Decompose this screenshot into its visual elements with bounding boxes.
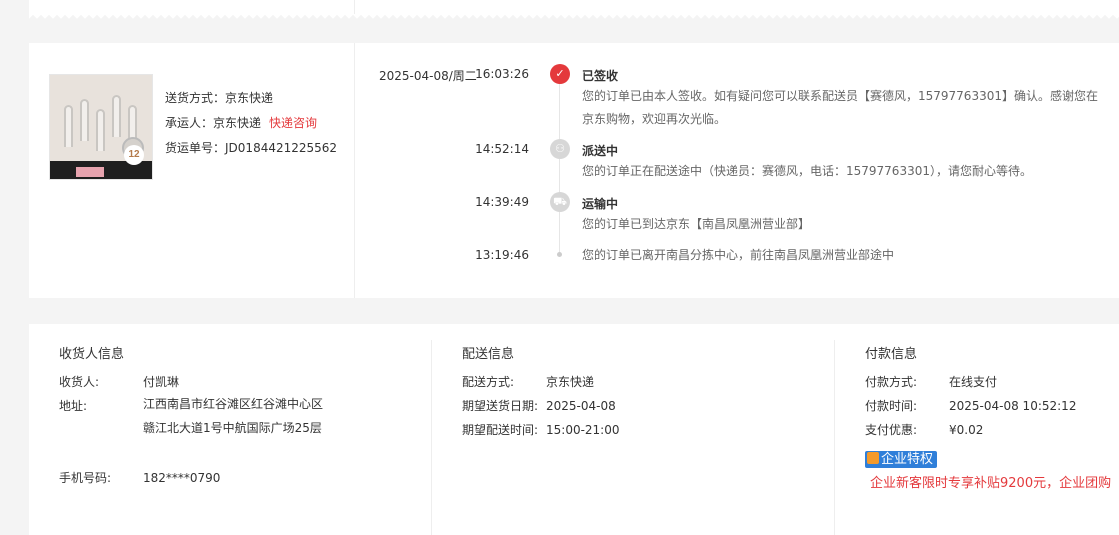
tracking-number-row: 货运单号：JD0184421225562 bbox=[165, 136, 337, 161]
delivery-date-value: 2025-04-08 bbox=[546, 399, 616, 413]
receiver-title: 收货人信息 bbox=[59, 347, 125, 362]
payment-method-value: 在线支付 bbox=[949, 375, 998, 389]
dot-icon bbox=[557, 252, 562, 257]
payment-discount-value: ¥0.02 bbox=[949, 423, 984, 437]
payment-time-value: 2025-04-08 10:52:12 bbox=[949, 399, 1077, 413]
thumb-hook-shape bbox=[112, 95, 121, 137]
receiver-section: 收货人信息 收货人: 付凯琳 地址: 江西南昌市红谷滩区红谷滩中心区赣江北大道1号… bbox=[59, 324, 431, 535]
card-torn-edge bbox=[29, 14, 1119, 20]
payment-discount-row: 支付优惠: ¥0.02 bbox=[865, 421, 983, 438]
timeline-time: 16:03:26 bbox=[475, 67, 529, 81]
payment-method-row: 付款方式: 在线支付 bbox=[865, 373, 997, 390]
timeline-time: 14:52:14 bbox=[475, 142, 529, 156]
carrier-row: 承运人：京东快递 快递咨询 bbox=[165, 111, 337, 136]
receiver-address-label: 地址: bbox=[59, 399, 88, 413]
delivery-time-label: 期望配送时间: bbox=[462, 423, 539, 437]
check-icon: ✓ bbox=[550, 64, 570, 84]
thumb-count-badge: 12 bbox=[124, 145, 144, 165]
delivery-person-icon: ⚇ bbox=[550, 139, 570, 159]
timeline-description: 您的订单正在配送途中（快递员：赛德风，电话：15797763301），请您耐心等… bbox=[582, 164, 1032, 178]
thumb-banner-accent bbox=[76, 167, 104, 177]
payment-time-label: 付款时间: bbox=[865, 399, 918, 413]
timeline-status: 派送中 bbox=[582, 144, 619, 158]
receiver-address-value: 江西南昌市红谷滩区红谷滩中心区赣江北大道1号中航国际广场25层 bbox=[143, 397, 324, 435]
carrier-value: 京东快递 bbox=[213, 116, 262, 130]
payment-title: 付款信息 bbox=[865, 347, 918, 362]
thumb-hook-shape bbox=[64, 105, 73, 147]
payment-section: 付款信息 付款方式: 在线支付 付款时间: 2025-04-08 10:52:12 … bbox=[834, 324, 1119, 535]
tracking-card: 12 送货方式：京东快递 承运人：京东快递 快递咨询 货运单号：JD0184421… bbox=[29, 43, 1119, 298]
payment-method-label: 付款方式: bbox=[865, 375, 918, 389]
previous-card-fragment bbox=[29, 0, 1119, 14]
tracking-number-value: JD0184421225562 bbox=[225, 141, 338, 155]
thumb-hook-shape bbox=[80, 99, 89, 141]
delivery-date-row: 期望送货日期: 2025-04-08 bbox=[462, 397, 616, 414]
delivery-time-row: 期望配送时间: 15:00-21:00 bbox=[462, 421, 620, 438]
info-column-divider bbox=[431, 340, 432, 535]
delivery-title: 配送信息 bbox=[462, 347, 515, 362]
product-thumbnail[interactable]: 12 bbox=[49, 74, 153, 180]
receiver-name-row: 收货人: 付凯琳 bbox=[59, 373, 179, 390]
shipping-info: 送货方式：京东快递 承运人：京东快递 快递咨询 货运单号：JD0184421225… bbox=[165, 86, 337, 161]
enterprise-privilege-badge[interactable]: 企业特权 bbox=[865, 451, 938, 468]
delivery-date-label: 期望送货日期: bbox=[462, 399, 539, 413]
info-column-divider bbox=[834, 340, 835, 535]
timeline-description: 您的订单已由本人签收。如有疑问您可以联系配送员【赛德风，15797763301】… bbox=[582, 89, 1098, 126]
tracking-number-label: 货运单号： bbox=[165, 141, 226, 155]
timeline-description: 您的订单已到达京东【南昌凤凰洲营业部】 bbox=[582, 217, 811, 231]
payment-time-row: 付款时间: 2025-04-08 10:52:12 bbox=[865, 397, 1076, 414]
shipping-method-value: 京东快递 bbox=[225, 91, 274, 105]
delivery-method-label: 配送方式: bbox=[462, 375, 515, 389]
timeline-status: 运输中 bbox=[582, 197, 619, 211]
timeline-time: 14:39:49 bbox=[475, 195, 529, 209]
timeline-status: 已签收 bbox=[582, 69, 619, 83]
courier-inquiry-link[interactable]: 快递咨询 bbox=[269, 116, 317, 130]
delivery-time-value: 15:00-21:00 bbox=[546, 423, 620, 437]
shipping-method-label: 送货方式： bbox=[165, 91, 226, 105]
timeline-description: 您的订单已离开南昌分拣中心，前往南昌凤凰洲营业部途中 bbox=[582, 248, 895, 262]
carrier-label: 承运人： bbox=[165, 116, 214, 130]
receiver-name-value: 付凯琳 bbox=[143, 375, 180, 389]
tracking-card-divider bbox=[354, 43, 355, 298]
delivery-method-value: 京东快递 bbox=[546, 375, 595, 389]
payment-discount-label: 支付优惠: bbox=[865, 423, 918, 437]
delivery-section: 配送信息 配送方式: 京东快递 期望送货日期: 2025-04-08 期望配送时间:… bbox=[431, 324, 834, 535]
enterprise-privilege-label: 企业特权 bbox=[881, 452, 934, 467]
order-info-card: 收货人信息 收货人: 付凯琳 地址: 江西南昌市红谷滩区红谷滩中心区赣江北大道1号… bbox=[29, 324, 1119, 535]
truck-icon: ⛟ bbox=[550, 192, 570, 212]
receiver-phone-row: 手机号码: 182****0790 bbox=[59, 469, 220, 486]
gift-icon bbox=[867, 452, 879, 464]
timeline-time: 13:19:46 bbox=[475, 248, 529, 262]
enterprise-promo-text[interactable]: 企业新客限时专享补贴9200元，企业团购 bbox=[870, 472, 1119, 491]
delivery-method-row: 配送方式: 京东快递 bbox=[462, 373, 594, 390]
receiver-name-label: 收货人: bbox=[59, 375, 100, 389]
receiver-phone-label: 手机号码: bbox=[59, 471, 112, 485]
timeline-line bbox=[559, 83, 560, 253]
card-divider bbox=[354, 0, 355, 14]
receiver-phone-value: 182****0790 bbox=[143, 471, 221, 485]
thumb-hook-shape bbox=[96, 109, 105, 151]
shipping-method-row: 送货方式：京东快递 bbox=[165, 86, 337, 111]
